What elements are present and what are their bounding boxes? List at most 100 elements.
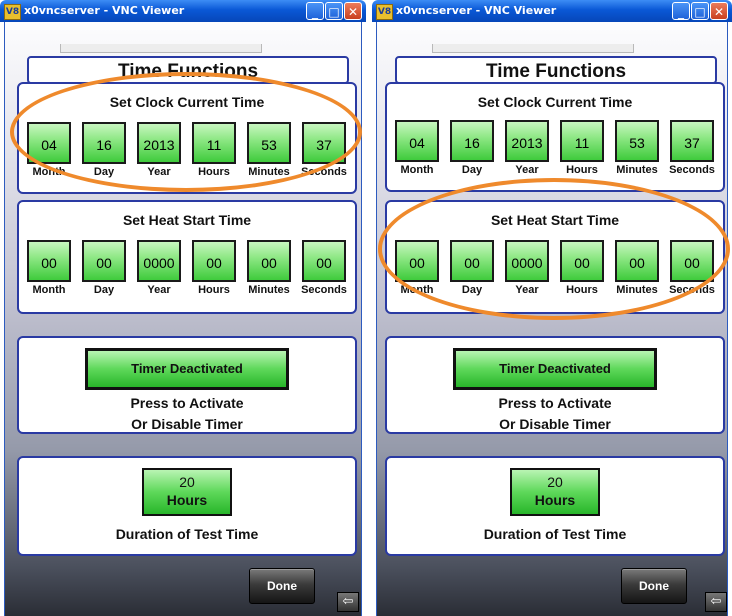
heat-panel-title: Set Heat Start Time bbox=[122, 212, 252, 228]
clock-month-field[interactable]: 04 Month bbox=[390, 120, 444, 176]
heat-seconds-label: Seconds bbox=[669, 284, 715, 296]
clock-minutes-field[interactable]: 53 Minutes bbox=[242, 122, 296, 178]
clock-hours-value[interactable]: 11 bbox=[560, 120, 604, 162]
heat-day-value[interactable]: 00 bbox=[82, 240, 126, 282]
clock-minutes-field[interactable]: 53 Minutes bbox=[610, 120, 664, 176]
heat-month-field[interactable]: 00 Month bbox=[390, 240, 444, 296]
heat-minutes-value[interactable]: 00 bbox=[615, 240, 659, 282]
vnc-window-right: V8 x0vncserver - VNC Viewer _ □ ✕ Time Fun… bbox=[372, 0, 732, 616]
heat-month-value[interactable]: 00 bbox=[27, 240, 71, 282]
heat-hours-value[interactable]: 00 bbox=[560, 240, 604, 282]
heat-panel: Set Heat Start Time 00 Month 00 Day 0000 Ye… bbox=[385, 200, 725, 314]
duration-caption: Duration of Test Time bbox=[483, 526, 627, 542]
clock-hours-field[interactable]: 11 Hours bbox=[555, 120, 609, 176]
clock-day-field[interactable]: 16 Day bbox=[445, 120, 499, 176]
window-title: x0vncserver - VNC Viewer bbox=[396, 4, 557, 17]
clock-year-field[interactable]: 2013 Year bbox=[500, 120, 554, 176]
app-icon: V8 bbox=[376, 4, 393, 20]
heat-hours-value[interactable]: 00 bbox=[192, 240, 236, 282]
heat-day-field[interactable]: 00 Day bbox=[445, 240, 499, 296]
clock-seconds-value[interactable]: 37 bbox=[670, 120, 714, 162]
heat-year-field[interactable]: 0000 Year bbox=[132, 240, 186, 296]
duration-unit: Hours bbox=[534, 492, 576, 508]
clock-panel: Set Clock Current Time 04 Month 16 Day 201… bbox=[17, 82, 357, 194]
minimize-icon[interactable]: _ bbox=[672, 2, 690, 20]
heat-day-label: Day bbox=[93, 284, 115, 296]
heat-panel-title: Set Heat Start Time bbox=[490, 212, 620, 228]
heat-month-field[interactable]: 00 Month bbox=[22, 240, 76, 296]
heat-minutes-label: Minutes bbox=[616, 284, 658, 296]
heat-day-field[interactable]: 00 Day bbox=[77, 240, 131, 296]
remote-screen: Time Functions Set Clock Current Time 04… bbox=[376, 22, 728, 616]
clock-panel-title: Set Clock Current Time bbox=[477, 94, 633, 110]
timer-panel: Timer Deactivated Press to Activate Or D… bbox=[385, 336, 725, 434]
timer-toggle-button[interactable]: Timer Deactivated bbox=[85, 348, 289, 390]
clock-seconds-label: Seconds bbox=[669, 164, 715, 176]
heat-minutes-value[interactable]: 00 bbox=[247, 240, 291, 282]
heat-year-label: Year bbox=[515, 284, 539, 296]
heat-hours-field[interactable]: 00 Hours bbox=[187, 240, 241, 296]
done-button[interactable]: Done bbox=[621, 568, 687, 604]
remote-top-strip bbox=[60, 44, 262, 53]
clock-month-field[interactable]: 04 Month bbox=[22, 122, 76, 178]
page-title: Time Functions bbox=[27, 56, 349, 84]
heat-year-field[interactable]: 0000 Year bbox=[500, 240, 554, 296]
clock-month-label: Month bbox=[32, 166, 66, 178]
clock-month-value[interactable]: 04 bbox=[395, 120, 439, 162]
window-titlebar[interactable]: V8 x0vncserver - VNC Viewer _ □ ✕ bbox=[372, 0, 732, 22]
clock-hours-value[interactable]: 11 bbox=[192, 122, 236, 164]
back-arrow-icon[interactable]: ⇦ bbox=[337, 592, 359, 612]
heat-month-value[interactable]: 00 bbox=[395, 240, 439, 282]
heat-seconds-label: Seconds bbox=[301, 284, 347, 296]
clock-year-value[interactable]: 2013 bbox=[137, 122, 181, 164]
minimize-icon[interactable]: _ bbox=[306, 2, 324, 20]
clock-day-value[interactable]: 16 bbox=[450, 120, 494, 162]
clock-day-label: Day bbox=[93, 166, 115, 178]
heat-year-label: Year bbox=[147, 284, 171, 296]
heat-hours-field[interactable]: 00 Hours bbox=[555, 240, 609, 296]
clock-hours-field[interactable]: 11 Hours bbox=[187, 122, 241, 178]
duration-button[interactable]: 20 Hours bbox=[142, 468, 232, 516]
window-titlebar[interactable]: V8 x0vncserver - VNC Viewer _ □ ✕ bbox=[0, 0, 366, 22]
clock-day-field[interactable]: 16 Day bbox=[77, 122, 131, 178]
clock-minutes-value[interactable]: 53 bbox=[247, 122, 291, 164]
timer-note-line2: Or Disable Timer bbox=[131, 416, 243, 432]
clock-minutes-label: Minutes bbox=[616, 164, 658, 176]
heat-hours-label: Hours bbox=[198, 284, 230, 296]
vnc-window-left: V8 x0vncserver - VNC Viewer _ □ ✕ Time Fun… bbox=[0, 0, 366, 616]
clock-seconds-value[interactable]: 37 bbox=[302, 122, 346, 164]
clock-panel: Set Clock Current Time 04 Month 16 Day 201… bbox=[385, 82, 725, 192]
clock-year-value[interactable]: 2013 bbox=[505, 120, 549, 162]
page-title: Time Functions bbox=[395, 56, 717, 84]
heat-seconds-value[interactable]: 00 bbox=[302, 240, 346, 282]
maximize-icon[interactable]: □ bbox=[325, 2, 343, 20]
clock-minutes-value[interactable]: 53 bbox=[615, 120, 659, 162]
clock-day-value[interactable]: 16 bbox=[82, 122, 126, 164]
timer-panel: Timer Deactivated Press to Activate Or D… bbox=[17, 336, 357, 434]
maximize-icon[interactable]: □ bbox=[691, 2, 709, 20]
clock-year-field[interactable]: 2013 Year bbox=[132, 122, 186, 178]
clock-seconds-field[interactable]: 37 Seconds bbox=[665, 120, 719, 176]
duration-caption: Duration of Test Time bbox=[115, 526, 259, 542]
timer-toggle-button[interactable]: Timer Deactivated bbox=[453, 348, 657, 390]
heat-year-value[interactable]: 0000 bbox=[505, 240, 549, 282]
close-icon[interactable]: ✕ bbox=[344, 2, 362, 20]
clock-hours-label: Hours bbox=[566, 164, 598, 176]
duration-panel: 20 Hours Duration of Test Time bbox=[385, 456, 725, 556]
clock-seconds-field[interactable]: 37 Seconds bbox=[297, 122, 351, 178]
heat-year-value[interactable]: 0000 bbox=[137, 240, 181, 282]
close-icon[interactable]: ✕ bbox=[710, 2, 728, 20]
clock-panel-title: Set Clock Current Time bbox=[109, 94, 265, 110]
back-arrow-icon[interactable]: ⇦ bbox=[705, 592, 727, 612]
heat-seconds-value[interactable]: 00 bbox=[670, 240, 714, 282]
heat-minutes-field[interactable]: 00 Minutes bbox=[242, 240, 296, 296]
timer-note-line2: Or Disable Timer bbox=[499, 416, 611, 432]
duration-button[interactable]: 20 Hours bbox=[510, 468, 600, 516]
done-button[interactable]: Done bbox=[249, 568, 315, 604]
heat-seconds-field[interactable]: 00 Seconds bbox=[297, 240, 351, 296]
app-icon: V8 bbox=[4, 4, 21, 20]
clock-month-value[interactable]: 04 bbox=[27, 122, 71, 164]
heat-minutes-field[interactable]: 00 Minutes bbox=[610, 240, 664, 296]
heat-day-value[interactable]: 00 bbox=[450, 240, 494, 282]
heat-seconds-field[interactable]: 00 Seconds bbox=[665, 240, 719, 296]
